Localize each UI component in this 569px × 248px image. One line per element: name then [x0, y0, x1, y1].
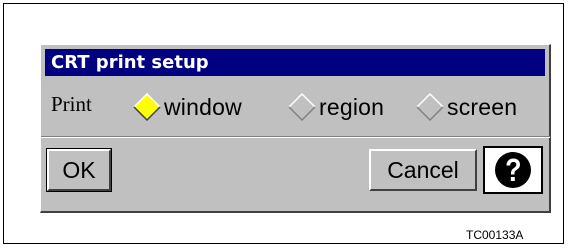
figure-frame: CRT print setup Print window region scre…	[3, 3, 564, 244]
diamond-radio-icon-selected	[133, 92, 161, 122]
dialog-titlebar: CRT print setup	[45, 49, 545, 76]
ok-button-label: OK	[62, 156, 96, 183]
crt-print-setup-dialog: CRT print setup Print window region scre…	[40, 44, 551, 213]
radio-label-screen: screen	[447, 93, 518, 120]
radio-option-screen[interactable]: screen	[415, 90, 517, 124]
radio-option-region[interactable]: region	[287, 90, 384, 124]
help-button[interactable]	[483, 146, 543, 194]
radio-label-window: window	[164, 93, 242, 120]
radio-option-window[interactable]: window	[132, 90, 242, 124]
print-option-row: Print window region screen	[41, 88, 552, 126]
dialog-separator	[41, 136, 550, 138]
cancel-button[interactable]: Cancel	[369, 149, 477, 191]
dialog-title: CRT print setup	[51, 52, 209, 73]
radio-label-region: region	[319, 93, 385, 120]
diamond-radio-icon	[416, 92, 444, 122]
figure-code: TC00133A	[466, 228, 524, 242]
diamond-radio-icon	[288, 92, 316, 122]
cancel-button-label: Cancel	[387, 156, 459, 183]
question-mark-icon	[495, 152, 531, 188]
ok-button[interactable]: OK	[46, 148, 112, 192]
print-label: Print	[51, 92, 92, 116]
